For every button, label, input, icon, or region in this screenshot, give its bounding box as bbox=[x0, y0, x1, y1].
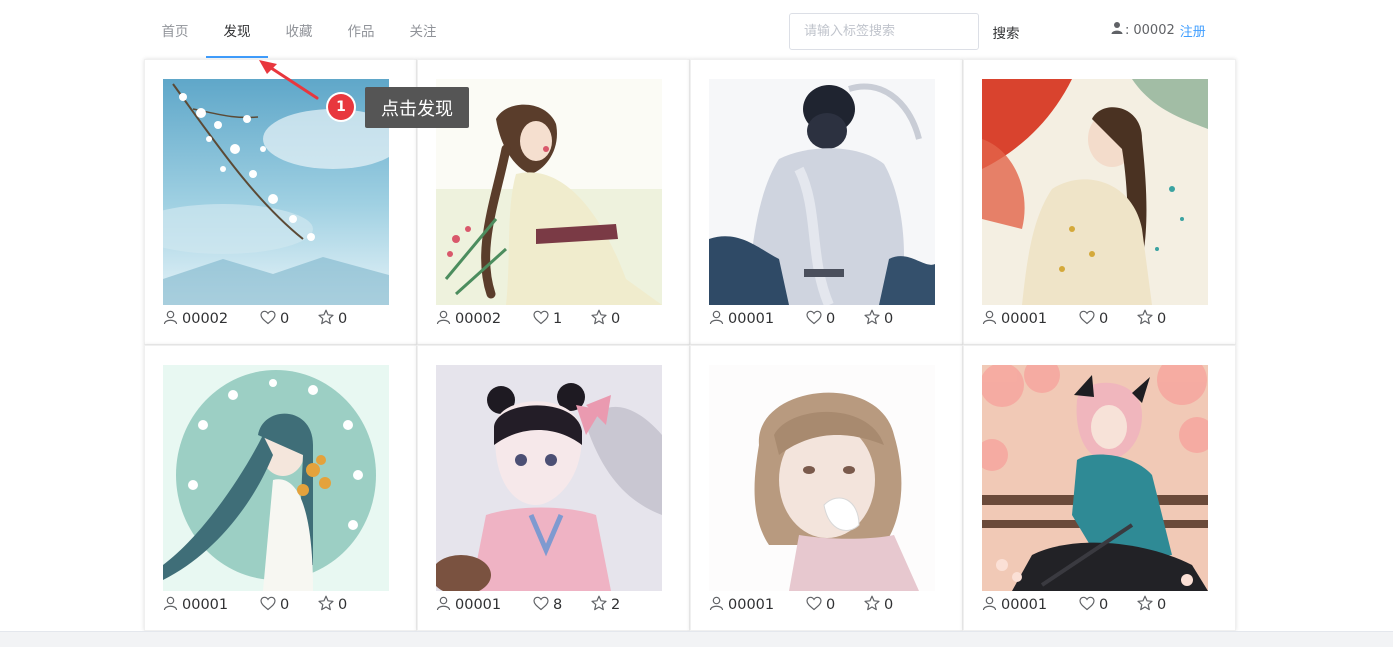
artwork-image[interactable] bbox=[163, 79, 389, 305]
heart-icon[interactable] bbox=[533, 310, 553, 329]
star-count: 0 bbox=[611, 311, 621, 327]
user-id: 00002 bbox=[1133, 22, 1175, 38]
star-count: 0 bbox=[338, 311, 348, 327]
user-info: : 00002 注册 bbox=[1110, 20, 1206, 40]
artwork-meta: 00002 0 0 bbox=[163, 309, 347, 329]
artwork-image[interactable] bbox=[436, 79, 662, 305]
like-count: 0 bbox=[280, 311, 290, 327]
like-count: 8 bbox=[553, 597, 563, 613]
register-link[interactable]: 注册 bbox=[1180, 21, 1206, 40]
artwork-image[interactable] bbox=[982, 365, 1208, 591]
heart-icon[interactable] bbox=[806, 310, 826, 329]
step-badge: 1 bbox=[328, 94, 354, 120]
heart-icon[interactable] bbox=[1079, 310, 1099, 329]
heart-icon[interactable] bbox=[533, 596, 553, 615]
artwork-image[interactable] bbox=[709, 365, 935, 591]
artwork-image[interactable] bbox=[709, 79, 935, 305]
user-separator: : bbox=[1125, 22, 1130, 38]
author-icon bbox=[982, 310, 1001, 329]
annotation-arrow-icon bbox=[255, 56, 325, 106]
heart-icon[interactable] bbox=[260, 596, 280, 615]
nav-item-works[interactable]: 作品 bbox=[330, 0, 392, 59]
main-nav: 首页 发现 收藏 作品 关注 bbox=[144, 0, 454, 59]
like-count: 0 bbox=[1099, 311, 1109, 327]
artwork-meta: 00001 0 0 bbox=[982, 309, 1166, 329]
author-name[interactable]: 00002 bbox=[182, 311, 228, 327]
artwork-card[interactable]: 00001 0 0 bbox=[690, 59, 963, 345]
nav-item-following[interactable]: 关注 bbox=[392, 0, 454, 59]
author-icon bbox=[436, 310, 455, 329]
tag-search-input[interactable] bbox=[789, 13, 979, 50]
page-bottom-strip bbox=[0, 631, 1393, 647]
artwork-card[interactable]: 00001 0 0 bbox=[963, 59, 1236, 345]
like-count: 0 bbox=[280, 597, 290, 613]
star-icon[interactable] bbox=[591, 309, 611, 329]
star-count: 0 bbox=[884, 311, 894, 327]
like-count: 0 bbox=[826, 597, 836, 613]
star-icon[interactable] bbox=[318, 309, 338, 329]
heart-icon[interactable] bbox=[260, 310, 280, 329]
artwork-meta: 00002 1 0 bbox=[436, 309, 620, 329]
nav-item-favorites[interactable]: 收藏 bbox=[268, 0, 330, 59]
artwork-meta: 00001 0 0 bbox=[982, 595, 1166, 615]
artwork-card[interactable]: 00001 8 2 bbox=[417, 345, 690, 631]
author-name[interactable]: 00001 bbox=[728, 311, 774, 327]
author-name[interactable]: 00001 bbox=[182, 597, 228, 613]
artwork-meta: 00001 8 2 bbox=[436, 595, 620, 615]
artwork-card[interactable]: 00001 0 0 bbox=[963, 345, 1236, 631]
nav-item-home[interactable]: 首页 bbox=[144, 0, 206, 59]
like-count: 1 bbox=[553, 311, 563, 327]
like-count: 0 bbox=[826, 311, 836, 327]
star-icon[interactable] bbox=[864, 309, 884, 329]
artwork-meta: 00001 0 0 bbox=[163, 595, 347, 615]
artwork-meta: 00001 0 0 bbox=[709, 309, 893, 329]
author-name[interactable]: 00001 bbox=[1001, 597, 1047, 613]
star-icon[interactable] bbox=[1137, 595, 1157, 615]
artwork-card[interactable]: 00001 0 0 bbox=[144, 345, 417, 631]
artwork-meta: 00001 0 0 bbox=[709, 595, 893, 615]
user-icon bbox=[1110, 21, 1125, 39]
author-icon bbox=[709, 310, 728, 329]
like-count: 0 bbox=[1099, 597, 1109, 613]
star-icon[interactable] bbox=[864, 595, 884, 615]
author-icon bbox=[436, 596, 455, 615]
artwork-image[interactable] bbox=[982, 79, 1208, 305]
top-navbar: 首页 发现 收藏 作品 关注 搜索 : 00002 注册 bbox=[0, 0, 1393, 59]
star-count: 0 bbox=[1157, 311, 1167, 327]
heart-icon[interactable] bbox=[806, 596, 826, 615]
annotation-tooltip: 点击发现 bbox=[365, 87, 469, 128]
artwork-grid: 00002 0 0 00002 1 0 00001 0 0 00001 0 0 … bbox=[144, 59, 1236, 631]
author-name[interactable]: 00001 bbox=[455, 597, 501, 613]
artwork-image[interactable] bbox=[436, 365, 662, 591]
author-name[interactable]: 00001 bbox=[728, 597, 774, 613]
artwork-image[interactable] bbox=[163, 365, 389, 591]
search-button[interactable]: 搜索 bbox=[980, 13, 1032, 50]
author-name[interactable]: 00002 bbox=[455, 311, 501, 327]
star-icon[interactable] bbox=[591, 595, 611, 615]
nav-item-discover[interactable]: 发现 bbox=[206, 0, 268, 59]
star-count: 0 bbox=[884, 597, 894, 613]
author-icon bbox=[163, 596, 182, 615]
star-count: 2 bbox=[611, 597, 621, 613]
author-icon bbox=[982, 596, 1001, 615]
author-icon bbox=[163, 310, 182, 329]
author-icon bbox=[709, 596, 728, 615]
star-icon[interactable] bbox=[318, 595, 338, 615]
heart-icon[interactable] bbox=[1079, 596, 1099, 615]
author-name[interactable]: 00001 bbox=[1001, 311, 1047, 327]
artwork-card[interactable]: 00001 0 0 bbox=[690, 345, 963, 631]
star-count: 0 bbox=[338, 597, 348, 613]
star-icon[interactable] bbox=[1137, 309, 1157, 329]
star-count: 0 bbox=[1157, 597, 1167, 613]
